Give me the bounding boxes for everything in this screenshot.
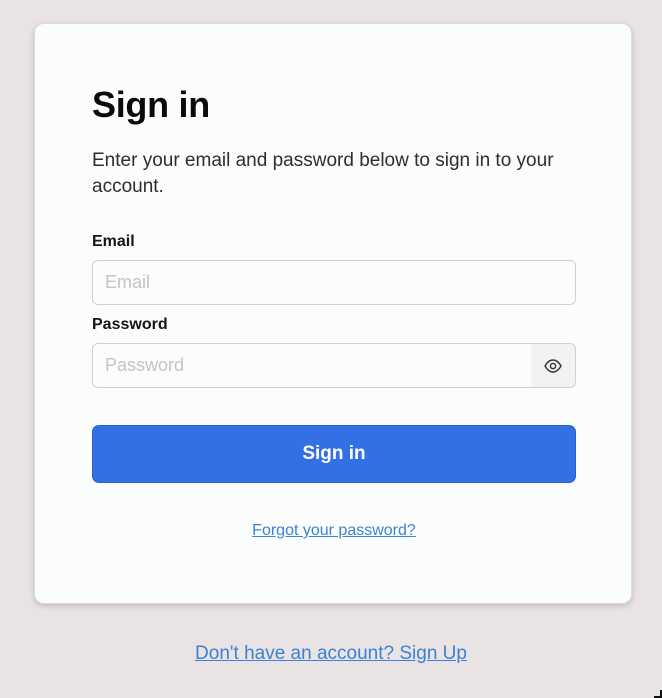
page-subtitle: Enter your email and password below to s…	[92, 150, 554, 197]
forgot-password-link[interactable]: Forgot your password?	[252, 522, 416, 539]
signin-button[interactable]: Sign in	[92, 425, 576, 483]
password-field[interactable]	[93, 344, 531, 387]
signup-container: Don't have an account? Sign Up	[0, 643, 662, 665]
show-password-toggle[interactable]	[531, 343, 576, 388]
email-field[interactable]	[93, 261, 575, 304]
email-field-container	[92, 260, 576, 305]
password-label: Password	[92, 316, 168, 333]
eye-icon	[544, 358, 562, 373]
email-label: Email	[92, 233, 135, 250]
signup-link[interactable]: Don't have an account? Sign Up	[195, 643, 467, 664]
password-field-container	[92, 343, 532, 388]
forgot-password-container: Forgot your password?	[35, 522, 633, 540]
signin-card: Sign in Enter your email and password be…	[34, 23, 632, 604]
page-title: Sign in	[92, 84, 210, 125]
resize-handle[interactable]	[654, 690, 662, 698]
